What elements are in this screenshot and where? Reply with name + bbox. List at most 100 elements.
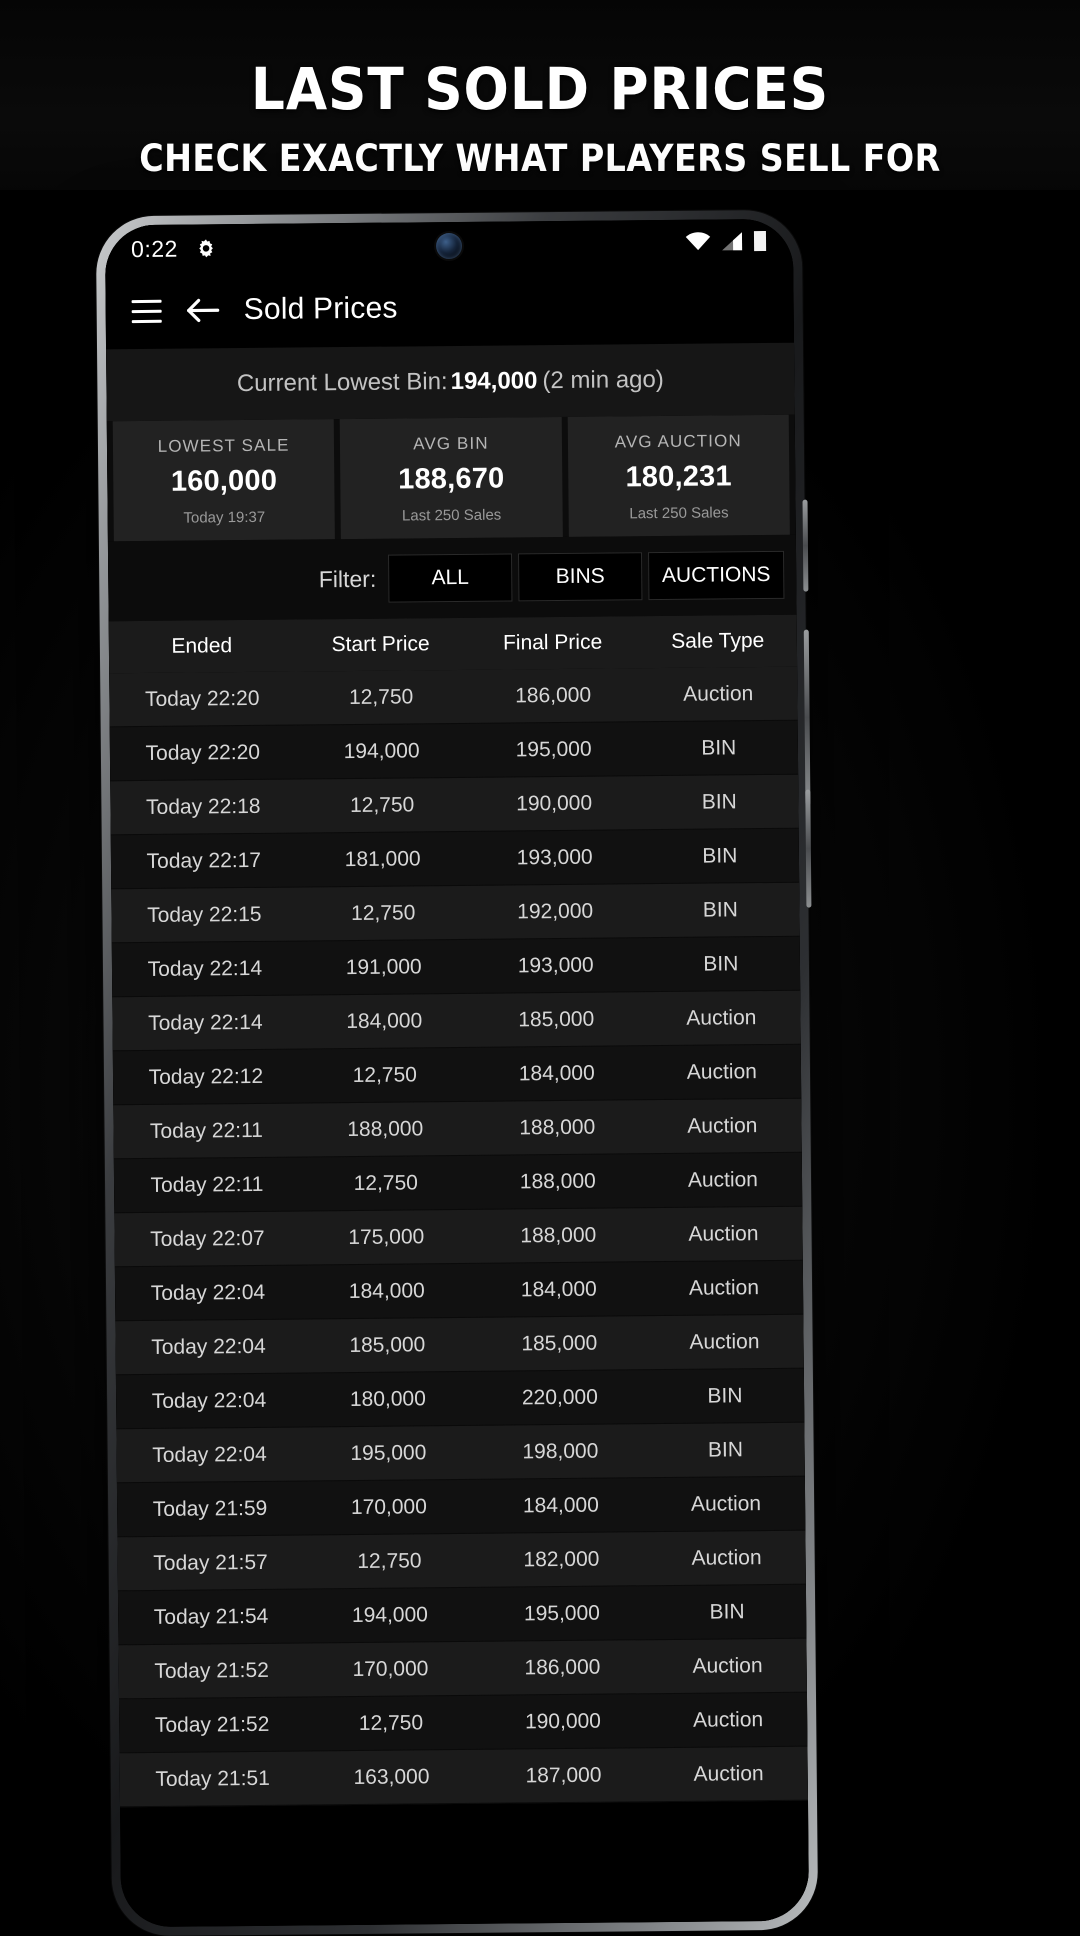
stat-value: 188,670 (398, 462, 505, 496)
stat-card-row: LOWEST SALE 160,000 Today 19:37 AVG BIN … (106, 414, 796, 542)
table-cell-sale-type: Auction (686, 1005, 757, 1030)
table-row[interactable]: Today 22:04 185,000 185,000 Auction (115, 1314, 804, 1376)
page-title: Sold Prices (243, 291, 398, 327)
table-row[interactable]: Today 21:59 170,000 184,000 Auction (116, 1476, 806, 1538)
table-row[interactable]: Today 21:54 194,000 195,000 BIN (117, 1584, 807, 1646)
table-row[interactable]: Today 22:11 12,750 188,000 Auction (113, 1152, 803, 1214)
table-cell-sale-type: Auction (689, 1329, 760, 1354)
table-cell-sale-type: Auction (683, 681, 754, 706)
table-row[interactable]: Today 22:17 181,000 193,000 BIN (110, 828, 800, 890)
phone-screen-bezel: 0:22 Sold Prices Current Lowest Bin: 194… (104, 218, 810, 1928)
cellular-signal-icon (720, 231, 744, 256)
status-bar-icons (685, 219, 767, 268)
stat-card-lowest-sale: LOWEST SALE 160,000 Today 19:37 (112, 419, 336, 542)
table-cell-final-price: 187,000 (525, 1763, 602, 1787)
phone-side-button-volume-up (802, 499, 809, 592)
table-cell-final-price: 193,000 (516, 845, 593, 869)
table-cell-ended: Today 22:15 (147, 902, 262, 927)
table-cell-ended: Today 22:04 (152, 1442, 267, 1467)
table-cell-sale-type: BIN (709, 1599, 745, 1624)
stat-sublabel: Today 19:37 (183, 508, 266, 527)
wifi-icon (685, 231, 711, 256)
table-row[interactable]: Today 22:04 195,000 198,000 BIN (116, 1422, 805, 1484)
table-row[interactable]: Today 22:07 175,000 188,000 Auction (114, 1206, 803, 1268)
table-cell-start-price: 12,750 (353, 1170, 419, 1195)
table-cell-final-price: 193,000 (517, 953, 594, 977)
table-row[interactable]: Today 22:14 191,000 193,000 BIN (111, 936, 801, 998)
table-cell-start-price: 181,000 (344, 846, 421, 871)
filter-chip-all[interactable]: ALL (388, 553, 513, 603)
table-cell-ended: Today 22:11 (150, 1172, 264, 1197)
table-cell-sale-type: BIN (707, 1437, 744, 1462)
table-cell-ended: Today 22:14 (148, 1010, 263, 1035)
table-cell-final-price: 220,000 (521, 1385, 598, 1409)
stat-sublabel: Last 250 Sales (401, 506, 502, 525)
table-cell-ended: Today 22:20 (144, 686, 260, 711)
table-row[interactable]: Today 22:18 12,750 190,000 BIN (110, 774, 799, 836)
filter-row: Filter: ALL BINS AUCTIONS (107, 534, 797, 622)
table-cell-final-price: 188,000 (519, 1115, 596, 1139)
stat-label: AVG BIN (413, 433, 489, 454)
table-cell-ended: Today 22:17 (146, 848, 262, 873)
table-cell-final-price: 184,000 (522, 1493, 599, 1517)
back-arrow-icon[interactable] (186, 296, 220, 324)
table-row[interactable]: Today 22:20 194,000 195,000 BIN (109, 720, 799, 782)
table-header-row: Ended Start Price Final Price Sale Type (108, 614, 798, 674)
table-row[interactable]: Today 21:51 163,000 187,000 Auction (119, 1746, 809, 1808)
table-cell-final-price: 188,000 (520, 1223, 597, 1247)
table-cell-ended: Today 22:04 (151, 1334, 266, 1359)
app-screen: 0:22 Sold Prices Current Lowest Bin: 194… (104, 218, 810, 1928)
table-cell-start-price: 195,000 (350, 1440, 427, 1465)
table-cell-sale-type: Auction (692, 1653, 763, 1678)
table-cell-start-price: 12,750 (352, 1062, 417, 1087)
table-cell-sale-type: BIN (701, 735, 737, 760)
gear-icon (194, 236, 218, 260)
table-cell-start-price: 185,000 (349, 1332, 426, 1357)
table-row[interactable]: Today 22:20 12,750 186,000 Auction (109, 666, 798, 728)
table-cell-sale-type: Auction (687, 1113, 758, 1138)
stat-sublabel: Last 250 Sales (629, 504, 729, 523)
table-cell-final-price: 185,000 (521, 1331, 598, 1355)
table-row[interactable]: Today 21:57 12,750 182,000 Auction (117, 1530, 806, 1592)
stat-card-avg-bin: AVG BIN 188,670 Last 250 Sales (340, 416, 563, 540)
status-bar: 0:22 (105, 219, 793, 274)
table-cell-final-price: 195,000 (515, 737, 592, 761)
table-cell-ended: Today 22:18 (145, 794, 261, 819)
current-lowest-bin-age: (2 min ago) (542, 365, 664, 395)
column-header-final-price: Final Price (502, 630, 603, 655)
table-row[interactable]: Today 21:52 12,750 190,000 Auction (118, 1692, 808, 1754)
table-cell-start-price: 12,750 (357, 1548, 422, 1573)
promo-title: LAST SOLD PRICES (250, 55, 830, 123)
table-cell-sale-type: BIN (702, 843, 738, 868)
table-row[interactable]: Today 22:14 184,000 185,000 Auction (112, 990, 801, 1052)
table-cell-start-price: 194,000 (351, 1602, 429, 1627)
table-cell-sale-type: Auction (690, 1491, 762, 1516)
table-cell-start-price: 194,000 (343, 738, 420, 763)
current-lowest-bin-value: 194,000 (450, 367, 538, 396)
table-cell-sale-type: Auction (687, 1167, 759, 1192)
front-camera-punch-hole (435, 232, 463, 260)
table-cell-ended: Today 22:04 (150, 1280, 266, 1305)
column-header-sale-type: Sale Type (671, 629, 765, 653)
table-row[interactable]: Today 22:11 188,000 188,000 Auction (113, 1098, 802, 1160)
table-cell-ended: Today 21:59 (152, 1496, 268, 1521)
table-row[interactable]: Today 22:04 184,000 184,000 Auction (114, 1260, 804, 1322)
stat-card-avg-auction: AVG AUCTION 180,231 Last 250 Sales (567, 414, 790, 537)
column-header-ended: Ended (171, 634, 233, 658)
filter-chip-bins[interactable]: BINS (518, 552, 643, 602)
table-row[interactable]: Today 22:15 12,750 192,000 BIN (111, 882, 800, 944)
table-cell-sale-type: Auction (688, 1275, 760, 1300)
battery-icon (753, 229, 767, 256)
filter-label: Filter: (318, 565, 377, 592)
table-row[interactable]: Today 22:12 12,750 184,000 Auction (112, 1044, 802, 1106)
table-cell-sale-type: BIN (703, 951, 739, 976)
table-row[interactable]: Today 21:52 170,000 186,000 Auction (118, 1638, 807, 1700)
table-row[interactable]: Today 22:04 180,000 220,000 BIN (115, 1368, 805, 1430)
app-toolbar: Sold Prices (105, 266, 795, 350)
table-cell-ended: Today 21:52 (154, 1658, 269, 1683)
table-cell-ended: Today 22:04 (151, 1388, 267, 1413)
filter-chip-auctions[interactable]: AUCTIONS (648, 550, 785, 601)
table-cell-start-price: 170,000 (350, 1494, 427, 1519)
table-cell-ended: Today 21:54 (153, 1604, 269, 1629)
hamburger-menu-icon[interactable] (131, 299, 162, 323)
